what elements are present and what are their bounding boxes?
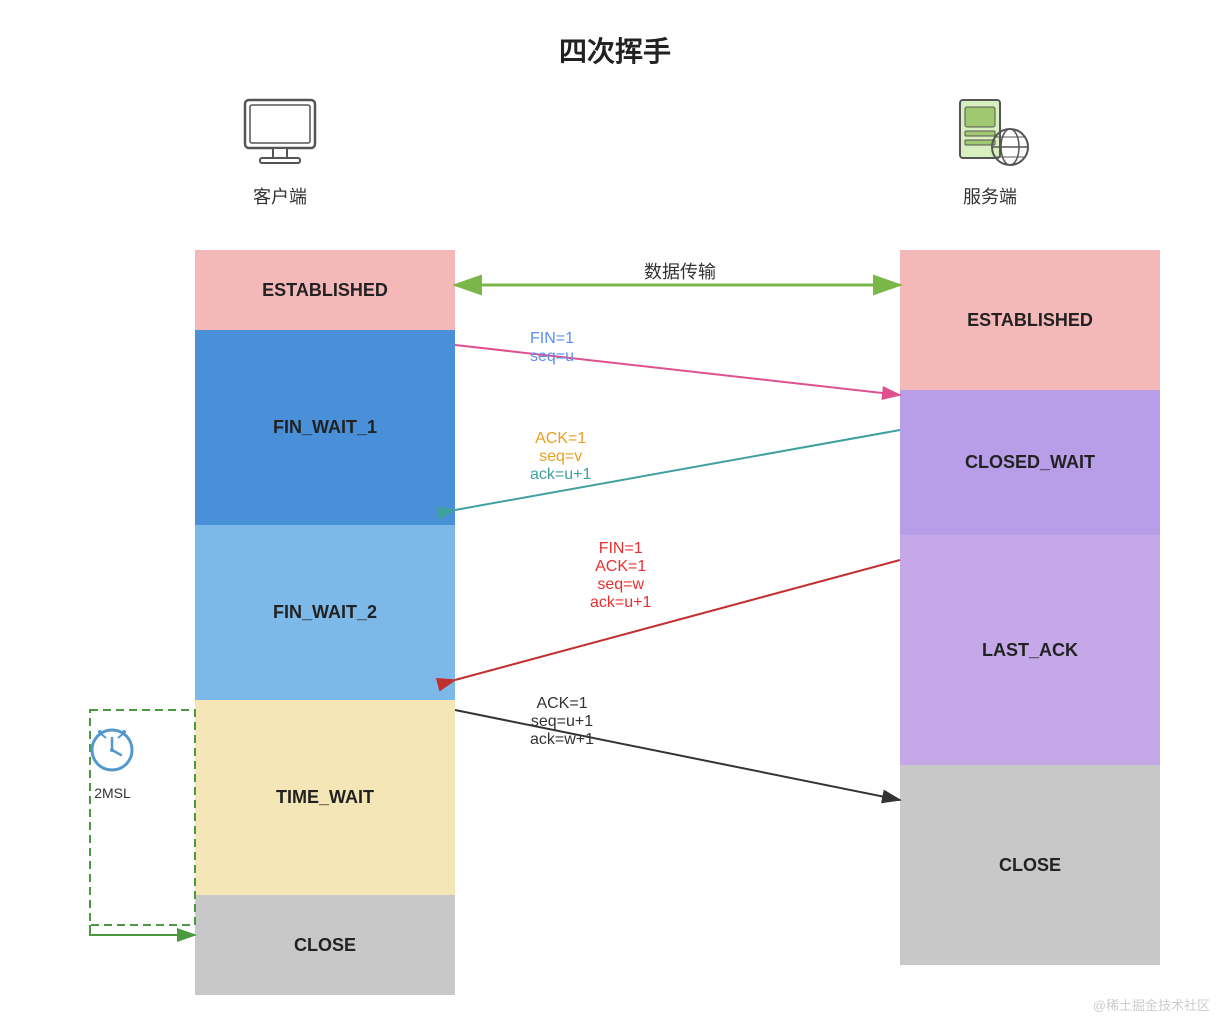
fin1-arrow-label: FIN=1 seq=u — [530, 330, 574, 366]
ack1-arrow-label: ACK=1 seq=v ack=u+1 — [530, 430, 591, 484]
fin2-arrow-label: FIN=1 ACK=1 seq=w ack=u+1 — [590, 540, 651, 612]
msl-area: 2MSL — [85, 720, 140, 801]
state-fin-wait-1: FIN_WAIT_1 — [195, 330, 455, 525]
server-icon — [945, 95, 1035, 175]
watermark: @稀土掘金技术社区 — [1093, 995, 1210, 1014]
clock-icon — [85, 720, 140, 775]
state-closed-wait: CLOSED_WAIT — [900, 390, 1160, 535]
state-last-ack: LAST_ACK — [900, 535, 1160, 765]
ack2-arrow-label: ACK=1 seq=u+1 ack=w+1 — [530, 695, 594, 749]
state-established-client: ESTABLISHED — [195, 250, 455, 330]
page: 四次挥手 客户端 服务端 ESTABLISH — [0, 0, 1230, 1034]
client-computer-icon — [235, 95, 325, 175]
msl-label: 2MSL — [85, 785, 140, 801]
server-label: 服务端 — [963, 183, 1017, 209]
state-established-server: ESTABLISHED — [900, 250, 1160, 390]
server-icon-area: 服务端 — [945, 95, 1035, 209]
client-icon-area: 客户端 — [235, 95, 325, 209]
state-time-wait: TIME_WAIT — [195, 700, 455, 895]
page-title: 四次挥手 — [0, 0, 1230, 70]
client-label: 客户端 — [253, 183, 307, 209]
state-close-client: CLOSE — [195, 895, 455, 995]
data-transfer-label: 数据传输 — [455, 258, 905, 284]
state-close-server: CLOSE — [900, 765, 1160, 965]
state-fin-wait-2: FIN_WAIT_2 — [195, 525, 455, 700]
